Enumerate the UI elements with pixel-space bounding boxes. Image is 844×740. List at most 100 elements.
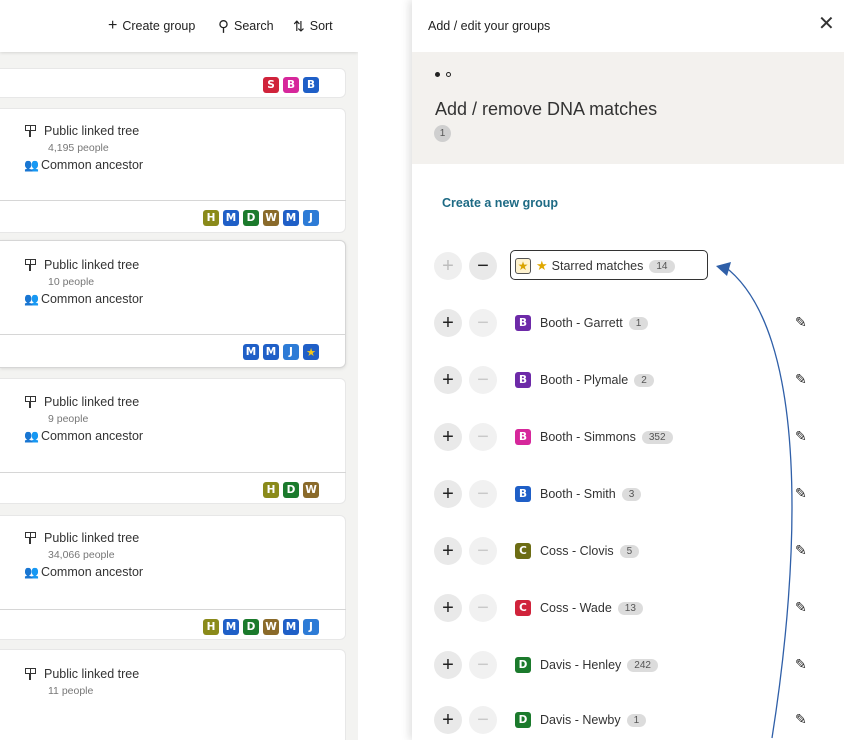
group-label: D Davis - Newby 1 [515, 712, 647, 728]
edit-pencil-icon[interactable]: ✎ [795, 428, 807, 445]
group-row: + − C Coss - Clovis 5 ✎ [412, 535, 844, 567]
group-badge: J [303, 619, 319, 635]
tree-label: Public linked tree [44, 258, 140, 272]
group-row: + − B Booth - Smith 3 ✎ [412, 478, 844, 510]
group-badges: S B B [263, 77, 319, 93]
group-name: Booth - Plymale [540, 373, 629, 387]
divider [0, 472, 346, 473]
tree-info[interactable]: Public linked tree [24, 531, 139, 545]
people-count: 11 people [48, 685, 94, 697]
group-badge: J [303, 210, 319, 226]
edit-pencil-icon[interactable]: ✎ [795, 542, 807, 559]
group-badge: D [515, 712, 531, 728]
group-row: + − B Booth - Garrett 1 ✎ [412, 307, 844, 339]
remove-from-group-button[interactable]: − [469, 309, 497, 337]
add-to-group-button[interactable]: + [434, 309, 462, 337]
panel-title: Add / edit your groups [428, 19, 551, 33]
group-name: Coss - Wade [540, 601, 612, 615]
match-card-selected[interactable]: Public linked tree 10 people 👥 Common an… [0, 240, 346, 368]
create-new-group-link[interactable]: Create a new group [442, 196, 558, 210]
common-ancestor[interactable]: 👥 Common ancestor [24, 429, 143, 443]
tree-info[interactable]: Public linked tree [24, 258, 139, 272]
ancestor-icon: 👥 [24, 292, 39, 306]
group-name: Booth - Smith [540, 487, 616, 501]
group-count: 14 [649, 259, 675, 273]
tree-info[interactable]: Public linked tree [24, 124, 139, 138]
edit-pencil-icon[interactable]: ✎ [795, 656, 807, 673]
common-ancestor[interactable]: 👥 Common ancestor [24, 292, 143, 306]
search-button[interactable]: ⚲ Search [218, 16, 274, 36]
group-badge: B [515, 315, 531, 331]
group-badge: C [515, 543, 531, 559]
people-count: 9 people [48, 413, 89, 425]
group-count: 1 [628, 316, 649, 330]
star-badge: ★ [303, 344, 319, 360]
edit-pencil-icon[interactable]: ✎ [795, 485, 807, 502]
group-label: C Coss - Wade 13 [515, 600, 643, 616]
add-to-group-button[interactable]: + [434, 706, 462, 734]
group-count: 5 [619, 544, 640, 558]
group-badge: B [515, 372, 531, 388]
plus-icon: + [108, 17, 118, 34]
add-to-group-button[interactable]: + [434, 537, 462, 565]
match-card[interactable]: Public linked tree 9 people 👥 Common anc… [0, 378, 346, 504]
match-card[interactable]: Public linked tree 4,195 people 👥 Common… [0, 108, 346, 233]
close-icon[interactable]: ✕ [818, 14, 835, 34]
edit-pencil-icon[interactable]: ✎ [795, 314, 807, 331]
remove-from-group-button[interactable]: − [469, 651, 497, 679]
edit-pencil-icon[interactable]: ✎ [795, 599, 807, 616]
star-icon: ★ [536, 258, 548, 273]
common-ancestor[interactable]: 👥 Common ancestor [24, 565, 143, 579]
create-group-button[interactable]: + Create group [108, 16, 195, 36]
remove-from-group-button[interactable]: − [469, 706, 497, 734]
match-list: + Create group ⚲ Search ⇅ Sort S B B Pub… [0, 0, 358, 740]
sort-icon: ⇅ [293, 18, 305, 34]
group-count: 13 [617, 601, 643, 615]
ancestor-label: Common ancestor [40, 158, 144, 172]
people-count: 34,066 people [48, 549, 115, 561]
group-row: + − D Davis - Henley 242 ✎ [412, 649, 844, 681]
remove-from-group-button[interactable]: − [469, 366, 497, 394]
selected-count-badge: 1 [434, 125, 451, 142]
remove-from-group-button[interactable]: − [469, 594, 497, 622]
add-to-group-button[interactable]: + [434, 366, 462, 394]
create-group-label: Create group [122, 19, 196, 33]
group-badge: D [283, 482, 299, 498]
group-badges: H M D W M J [203, 210, 319, 226]
group-row: + − C Coss - Wade 13 ✎ [412, 592, 844, 624]
group-name: Davis - Newby [540, 713, 621, 727]
star-box-icon: ★ [515, 258, 531, 274]
match-card[interactable]: Public linked tree 34,066 people 👥 Commo… [0, 515, 346, 640]
add-to-group-button[interactable]: + [434, 651, 462, 679]
group-badge: B [515, 486, 531, 502]
remove-from-group-button[interactable]: − [469, 537, 497, 565]
tree-info[interactable]: Public linked tree [24, 395, 139, 409]
group-name: Booth - Simmons [540, 430, 636, 444]
tree-label: Public linked tree [44, 124, 140, 138]
group-badge: H [203, 619, 219, 635]
sort-button[interactable]: ⇅ Sort [293, 16, 333, 36]
group-name: Davis - Henley [540, 658, 622, 672]
edit-pencil-icon[interactable]: ✎ [795, 371, 807, 388]
add-to-group-button[interactable]: + [434, 594, 462, 622]
add-to-group-button[interactable]: + [434, 423, 462, 451]
tree-info[interactable]: Public linked tree [24, 667, 139, 681]
tree-icon [24, 125, 36, 137]
common-ancestor[interactable]: 👥 Common ancestor [24, 158, 143, 172]
group-count: 2 [634, 373, 654, 387]
group-badge: S [263, 77, 279, 93]
divider [0, 609, 346, 610]
group-badge: W [303, 482, 319, 498]
group-badge: D [515, 657, 531, 673]
match-card[interactable]: Public linked tree 11 people [0, 649, 346, 740]
remove-from-group-button[interactable]: − [469, 252, 497, 280]
group-badge: B [303, 77, 319, 93]
match-card[interactable]: S B B [0, 68, 346, 98]
group-badge: M [283, 210, 299, 226]
edit-pencil-icon[interactable]: ✎ [795, 711, 807, 728]
remove-from-group-button[interactable]: − [469, 423, 497, 451]
group-count: 242 [627, 658, 658, 672]
add-to-group-button[interactable]: + [434, 252, 462, 280]
add-to-group-button[interactable]: + [434, 480, 462, 508]
remove-from-group-button[interactable]: − [469, 480, 497, 508]
